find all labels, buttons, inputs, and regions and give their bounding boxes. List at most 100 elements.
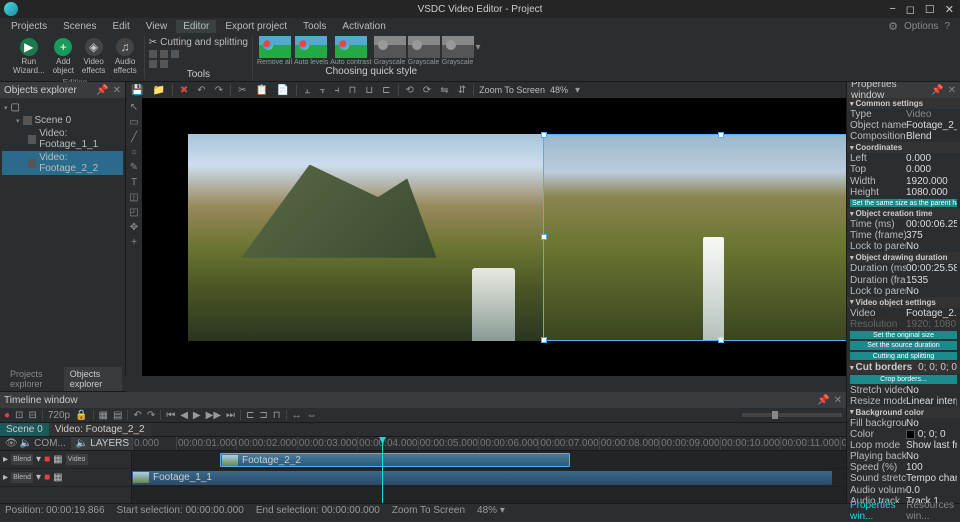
tb-align-6[interactable]: ⊏ — [380, 85, 392, 96]
tree-item-0[interactable]: Video: Footage_1_1 — [2, 127, 123, 151]
tl-grid-1[interactable]: ▦ — [99, 410, 108, 421]
tool-text-icon[interactable]: T — [131, 177, 137, 188]
tl-rec-icon[interactable]: ● — [4, 410, 10, 421]
style-grayscale-1[interactable]: Grayscale — [374, 36, 406, 66]
tl-play-icon[interactable]: ▶ — [193, 410, 201, 421]
prop-pin-icon[interactable]: 📌 — [931, 85, 943, 96]
tool-icon-1[interactable] — [149, 50, 157, 58]
tree-item-1[interactable]: Video: Footage_2_2 — [2, 151, 123, 175]
tab-projects-explorer[interactable]: Projects explorer — [4, 367, 64, 391]
object-name-value[interactable]: Footage_2_2 — [906, 120, 957, 131]
clip-footage-2-2[interactable]: Footage_2_2 — [220, 453, 570, 467]
timeline-ruler[interactable]: 0.00000:00:01.00000:00:02.00000:00:03.00… — [132, 437, 846, 451]
tb-redo-icon[interactable]: ↷ — [213, 85, 225, 96]
tb-align-1[interactable]: ⫠ — [302, 85, 312, 96]
tool-plus-icon[interactable]: + — [131, 237, 137, 248]
tl-snap2-icon[interactable]: ⊟ — [28, 410, 36, 421]
sec-creation[interactable]: Object creation time — [847, 208, 960, 219]
style-grayscale-3[interactable]: Grayscale — [442, 36, 474, 66]
tab-com[interactable]: 👁🔈COM... — [0, 437, 71, 450]
tl-grid-2[interactable]: ▤ — [113, 410, 122, 421]
tool-pen-icon[interactable]: ✎ — [130, 162, 138, 173]
options-link[interactable]: Options — [904, 21, 938, 32]
tb-flip-v[interactable]: ⇵ — [456, 85, 468, 96]
tb-open-icon[interactable]: 📁 — [150, 85, 166, 96]
tl-fit-1[interactable]: ↔ — [292, 410, 302, 421]
zoom-mode[interactable]: Zoom To Screen — [479, 85, 545, 95]
sec-cut[interactable]: Cut borders0; 0; 0; 0 — [847, 361, 960, 374]
tb-align-2[interactable]: ⫟ — [317, 85, 327, 96]
close-icon[interactable]: ✕ — [945, 3, 954, 16]
style-grayscale-2[interactable]: Grayscale — [408, 36, 440, 66]
sec-video[interactable]: Video object settings — [847, 297, 960, 308]
tl-redo[interactable]: ↷ — [147, 410, 155, 421]
tl-next-icon[interactable]: ▶▶ — [206, 410, 221, 421]
tool-crop-icon[interactable]: ◰ — [129, 207, 138, 218]
tool-icon-5[interactable] — [160, 60, 168, 68]
maximize-icon[interactable]: ☐ — [925, 3, 935, 16]
tb-copy-icon[interactable]: 📋 — [253, 85, 269, 96]
video-effects-button[interactable]: ◈Videoeffects — [80, 36, 107, 77]
tool-chart-icon[interactable]: ◫ — [129, 192, 138, 203]
tb-align-5[interactable]: ⊔ — [363, 85, 375, 96]
tl-zoom-slider[interactable] — [742, 413, 842, 417]
style-auto-contrast[interactable]: Auto contrast — [330, 36, 371, 66]
tool-ellipse-icon[interactable]: ○ — [131, 147, 137, 158]
sec-drawing[interactable]: Object drawing duration — [847, 252, 960, 263]
menu-projects[interactable]: Projects — [4, 20, 54, 33]
clip-footage-1-1[interactable]: Footage_1_1 — [132, 471, 832, 485]
add-object-button[interactable]: +Addobject — [51, 36, 76, 77]
style-more[interactable]: ▾ — [476, 36, 486, 66]
audio-effects-button[interactable]: ♫Audioeffects — [111, 36, 138, 77]
tool-line-icon[interactable]: ╱ — [131, 132, 137, 143]
btn-cutting-splitting[interactable]: Cutting and splitting — [850, 352, 957, 360]
menu-export[interactable]: Export project — [218, 20, 294, 33]
prop-close-icon[interactable]: ✕ — [948, 85, 956, 96]
tb-flip-h[interactable]: ⇋ — [438, 85, 450, 96]
zoom-dropdown-icon[interactable]: ▾ — [573, 85, 582, 96]
crumb-scene[interactable]: Scene 0 — [0, 423, 49, 436]
tl-prev-icon[interactable]: ◀ — [180, 410, 188, 421]
tb-rotate-r[interactable]: ⟳ — [421, 85, 433, 96]
style-auto-levels[interactable]: Auto levels — [294, 36, 328, 66]
btn-original-size[interactable]: Set the original size — [850, 331, 957, 339]
tl-close-icon[interactable]: ✕ — [834, 395, 842, 406]
btn-crop-borders[interactable]: Crop borders... — [850, 375, 957, 383]
tl-undo[interactable]: ↶ — [133, 410, 141, 421]
video-preview[interactable] — [188, 134, 898, 341]
tool-rect-icon[interactable]: ▭ — [129, 117, 138, 128]
tool-move-icon[interactable]: ✥ — [130, 222, 138, 233]
tb-rotate-l[interactable]: ⟲ — [404, 85, 416, 96]
tab-layers[interactable]: 🔈LAYERS — [71, 437, 134, 450]
tb-align-3[interactable]: ⫞ — [333, 85, 342, 96]
menu-tools[interactable]: Tools — [296, 20, 333, 33]
menu-edit[interactable]: Edit — [105, 20, 136, 33]
track-hdr-0[interactable]: ▸Blend▾■▦Video — [0, 451, 131, 469]
tool-icon-2[interactable] — [160, 50, 168, 58]
sec-common[interactable]: Common settings — [847, 98, 960, 109]
preview-right-selected[interactable] — [543, 134, 898, 341]
tl-end-icon[interactable]: ⏭ — [226, 410, 235, 421]
tree-scene[interactable]: ▾Scene 0 — [2, 114, 123, 127]
menu-activation[interactable]: Activation — [335, 20, 392, 33]
tb-undo-icon[interactable]: ↶ — [195, 85, 207, 96]
tab-resources-win[interactable]: Resources win... — [902, 500, 960, 522]
explorer-close-icon[interactable]: ✕ — [113, 85, 121, 96]
cutting-splitting-tool[interactable]: ✂Cutting and splitting — [149, 36, 248, 49]
gear-icon[interactable]: ⚙ — [888, 20, 898, 33]
tl-snap-icon[interactable]: ⊡ — [15, 410, 23, 421]
tree-root[interactable]: ▾▢ — [2, 101, 123, 114]
sec-bg[interactable]: Background color — [847, 407, 960, 418]
menu-editor[interactable]: Editor — [176, 20, 216, 33]
btn-source-duration[interactable]: Set the source duration — [850, 341, 957, 349]
tl-marker-2[interactable]: ⊐ — [259, 410, 267, 421]
tl-marker-1[interactable]: ⊏ — [246, 410, 254, 421]
zoom-value[interactable]: 48% — [550, 85, 568, 95]
tb-save-icon[interactable]: 💾 — [129, 85, 145, 96]
menu-scenes[interactable]: Scenes — [56, 20, 103, 33]
tb-delete-icon[interactable]: ✖ — [178, 85, 190, 96]
tool-icon-4[interactable] — [149, 60, 157, 68]
tl-fit-2[interactable]: ⇔ — [307, 410, 317, 421]
minimize-icon[interactable]: − — [889, 3, 895, 16]
menu-view[interactable]: View — [139, 20, 175, 33]
